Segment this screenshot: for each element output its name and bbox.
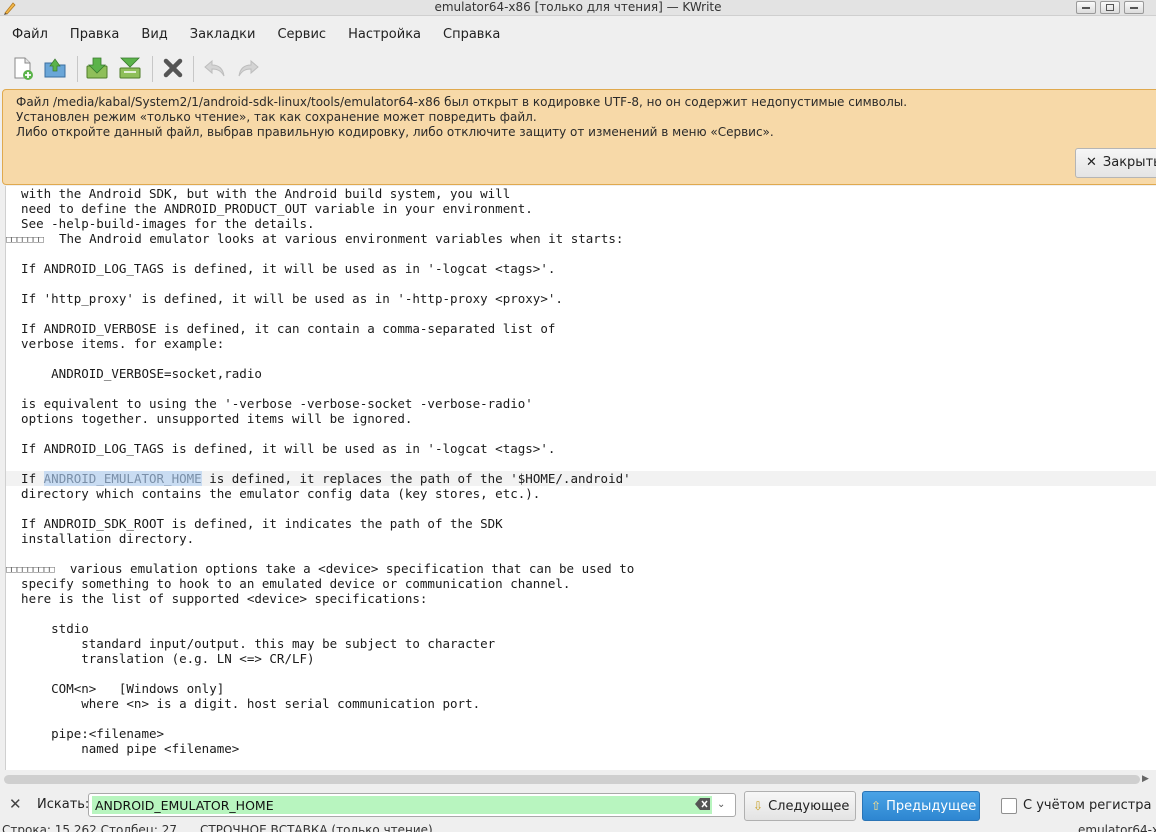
window-controls: [1076, 1, 1144, 14]
code-line: ANDROID_VERBOSE=socket,radio: [6, 366, 262, 381]
code-line: here is the list of supported <device> s…: [6, 591, 428, 606]
menu-help[interactable]: Справка: [431, 22, 510, 46]
code-text: If: [6, 471, 44, 486]
status-bar: Строка: 15 262 Столбец: 27 СТРОЧНОЕ ВСТА…: [0, 822, 1156, 832]
save-as-icon[interactable]: [116, 54, 144, 82]
find-next-label: Следующее: [768, 799, 850, 814]
maximize-button[interactable]: [1100, 1, 1120, 14]
warning-message: Файл /media/kabal/System2/1/android-sdk-…: [16, 95, 907, 140]
arrow-down-icon: ⇩: [753, 799, 764, 813]
encoding-warning-banner: Файл /media/kabal/System2/1/android-sdk-…: [2, 89, 1156, 185]
find-next-button[interactable]: ⇩ Следующее: [744, 791, 856, 821]
code-line: If ANDROID_LOG_TAGS is defined, it will …: [6, 261, 556, 276]
open-document-icon[interactable]: [41, 54, 69, 82]
search-match-highlight: ANDROID_EMULATOR_HOME: [43, 471, 202, 486]
scroll-right-icon[interactable]: ▶: [1142, 774, 1149, 784]
code-line: COM<n> [Windows only]: [6, 681, 225, 696]
menu-tools[interactable]: Сервис: [265, 22, 336, 46]
horizontal-scrollbar[interactable]: ▶: [0, 772, 1156, 788]
code-line: standard input/output. this may be subje…: [6, 636, 496, 651]
menu-edit[interactable]: Правка: [58, 22, 129, 46]
title-bar: emulator64-x86 [только для чтения] — KWr…: [0, 0, 1156, 16]
code-line: pipe:<filename>: [6, 726, 165, 741]
clear-text-icon[interactable]: [695, 797, 711, 811]
code-line: See -help-build-images for the details.: [6, 216, 315, 231]
code-line: directory which contains the emulator co…: [6, 486, 541, 501]
code-text: The Android emulator looks at various en…: [43, 231, 624, 246]
code-line: If 'http_proxy' is defined, it will be u…: [6, 291, 563, 306]
menu-bookmarks[interactable]: Закладки: [178, 22, 266, 46]
invalid-chars: □□□□□□□: [6, 235, 44, 245]
code-line: options together. unsupported items will…: [6, 411, 413, 426]
code-line: translation (e.g. LN <=> CR/LF): [6, 651, 315, 666]
dropdown-chevron-icon[interactable]: ⌄: [717, 799, 725, 810]
close-search-icon[interactable]: ✕: [9, 795, 22, 813]
edit-mode: СТРОЧНОЕ ВСТАВКА (только чтение): [200, 823, 433, 832]
close-banner-label: Закрыть: [1102, 155, 1156, 170]
file-name: emulator64-x: [1078, 823, 1156, 832]
menu-settings[interactable]: Настройка: [336, 22, 431, 46]
toolbar-separator: [77, 56, 78, 82]
save-icon[interactable]: [83, 54, 111, 82]
find-previous-button[interactable]: ⇧ Предыдущее: [862, 791, 980, 821]
code-line: is equivalent to using the '-verbose -ve…: [6, 396, 533, 411]
match-case-checkbox[interactable]: [1001, 798, 1017, 814]
minimize-button[interactable]: [1076, 1, 1096, 14]
code-line: need to define the ANDROID_PRODUCT_OUT v…: [6, 201, 533, 216]
match-case-label[interactable]: С учётом регистра: [1023, 798, 1152, 813]
toolbar-separator: [193, 56, 194, 82]
code-line: where <n> is a digit. host serial commun…: [6, 696, 481, 711]
close-document-icon[interactable]: [159, 54, 187, 82]
code-line: If ANDROID_VERBOSE is defined, it can co…: [6, 321, 556, 336]
search-combobox[interactable]: ⌄: [88, 793, 736, 817]
code-line: with the Android SDK, but with the Andro…: [6, 186, 511, 201]
search-input[interactable]: [92, 796, 712, 814]
close-icon: [1130, 7, 1138, 9]
cursor-position: Строка: 15 262 Столбец: 27: [2, 823, 178, 832]
scrollbar-handle[interactable]: [4, 775, 1140, 784]
warning-line: Файл /media/kabal/System2/1/android-sdk-…: [16, 95, 908, 109]
menu-view[interactable]: Вид: [129, 22, 177, 46]
code-text: various emulation options take a <device…: [54, 561, 635, 576]
code-line: If ANDROID_SDK_ROOT is defined, it indic…: [6, 516, 503, 531]
close-banner-button[interactable]: ✕ Закрыть: [1075, 148, 1156, 178]
undo-icon[interactable]: [201, 54, 229, 82]
window-title: emulator64-x86 [только для чтения] — KWr…: [434, 0, 722, 14]
new-document-icon[interactable]: [8, 54, 36, 82]
code-line: □□□□□□□ The Android emulator looks at va…: [6, 231, 623, 246]
warning-line: Установлен режим «только чтение», так ка…: [16, 110, 537, 124]
toolbar-separator: [152, 56, 153, 82]
code-text: is defined, it replaces the path of the …: [201, 471, 631, 486]
main-toolbar: [0, 50, 1156, 86]
redo-icon[interactable]: [234, 54, 262, 82]
code-line: □□□□□□□□□ various emulation options take…: [6, 561, 634, 576]
code-line: verbose items. for example:: [6, 336, 225, 351]
maximize-icon: [1106, 4, 1114, 11]
menu-file[interactable]: Файл: [0, 22, 58, 46]
close-icon: ✕: [1086, 155, 1097, 170]
code-line: If ANDROID_LOG_TAGS is defined, it will …: [6, 441, 556, 456]
close-window-button[interactable]: [1124, 1, 1144, 14]
arrow-up-icon: ⇧: [871, 799, 882, 813]
search-bar: ✕ Искать: ⌄ ⇩ Следующее ⇧ Предыдущее С учё…: [0, 790, 1156, 822]
menu-bar: Файл Правка Вид Закладки Сервис Настройк…: [0, 22, 510, 46]
code-line: installation directory.: [6, 531, 195, 546]
text-editor[interactable]: with the Android SDK, but with the Andro…: [5, 186, 1156, 770]
minimize-icon: [1082, 7, 1090, 9]
find-previous-label: Предыдущее: [886, 799, 977, 814]
current-line: If ANDROID_EMULATOR_HOME is defined, it …: [6, 471, 1156, 486]
search-label: Искать:: [37, 797, 90, 812]
code-line: stdio: [6, 621, 89, 636]
code-line: named pipe <filename>: [6, 741, 240, 756]
warning-line: Либо откройте данный файл, выбрав правил…: [16, 125, 774, 139]
code-line: specify something to hook to an emulated…: [6, 576, 571, 591]
